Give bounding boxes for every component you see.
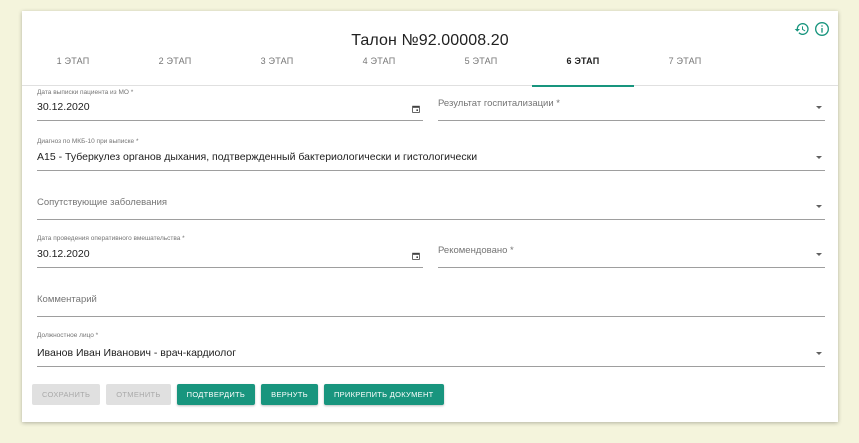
discharge-date-value: 30.12.2020: [37, 101, 90, 113]
surgery-date-label: Дата проведения оперативного вмешательст…: [37, 235, 185, 242]
chevron-down-icon[interactable]: [816, 156, 822, 159]
diagnosis-select[interactable]: Диагноз по МКБ-10 при выписке * A15 - Ту…: [37, 138, 825, 171]
discharge-date-label: Дата выписки пациента из МО *: [37, 89, 134, 96]
tab-stage-1[interactable]: 1 этап: [22, 53, 124, 86]
attach-document-button[interactable]: Прикрепить документ: [323, 384, 444, 405]
chevron-down-icon[interactable]: [816, 106, 822, 109]
hospitalization-result-placeholder: Результат госпитализации *: [438, 98, 560, 109]
form-actions: Сохранить Отменить Подтвердить Вернуть П…: [32, 384, 444, 405]
tab-stage-6[interactable]: 6 этап: [532, 53, 634, 87]
stage-tabs: 1 этап 2 этап 3 этап 4 этап 5 этап 6 эта…: [22, 53, 838, 87]
discharge-date-field[interactable]: Дата выписки пациента из МО * 30.12.2020: [37, 89, 423, 121]
calendar-icon[interactable]: [412, 252, 420, 260]
comorbidities-select[interactable]: Сопутствующие заболевания: [37, 187, 825, 220]
comorbidities-placeholder: Сопутствующие заболевания: [37, 197, 168, 208]
history-icon[interactable]: [794, 21, 810, 37]
info-icon[interactable]: [814, 21, 830, 37]
tab-stage-7[interactable]: 7 этап: [634, 53, 736, 86]
diagnosis-value: A15 - Туберкулез органов дыхания, подтве…: [37, 151, 478, 163]
tab-stage-2[interactable]: 2 этап: [124, 53, 226, 86]
recommended-select[interactable]: Рекомендовано *: [438, 235, 825, 268]
ticket-card: Талон №92.00008.20 1 этап 2 этап 3 этап …: [22, 11, 838, 422]
official-select[interactable]: Должностное лицо * Иванов Иван Иванович …: [37, 332, 825, 367]
tab-stage-3[interactable]: 3 этап: [226, 53, 328, 86]
return-button[interactable]: Вернуть: [261, 384, 318, 405]
save-button[interactable]: Сохранить: [32, 384, 101, 405]
comment-placeholder: Комментарий: [37, 294, 97, 305]
calendar-icon[interactable]: [412, 105, 420, 113]
page-title: Талон №92.00008.20: [351, 32, 509, 49]
surgery-date-value: 30.12.2020: [37, 248, 90, 260]
diagnosis-label: Диагноз по МКБ-10 при выписке *: [37, 138, 139, 145]
header-actions: [794, 21, 830, 37]
recommended-placeholder: Рекомендовано *: [438, 245, 514, 256]
chevron-down-icon[interactable]: [816, 253, 822, 256]
cancel-button[interactable]: Отменить: [106, 384, 171, 405]
chevron-down-icon[interactable]: [816, 352, 822, 355]
hospitalization-result-select[interactable]: Результат госпитализации *: [438, 89, 825, 121]
official-value: Иванов Иван Иванович - врач-кардиолог: [37, 347, 237, 359]
comment-input[interactable]: Комментарий: [37, 284, 825, 317]
surgery-date-field[interactable]: Дата проведения оперативного вмешательст…: [37, 235, 423, 268]
chevron-down-icon[interactable]: [816, 205, 822, 208]
tab-stage-4[interactable]: 4 этап: [328, 53, 430, 86]
confirm-button[interactable]: Подтвердить: [176, 384, 256, 405]
tab-stage-5[interactable]: 5 этап: [430, 53, 532, 86]
official-label: Должностное лицо *: [37, 332, 99, 339]
